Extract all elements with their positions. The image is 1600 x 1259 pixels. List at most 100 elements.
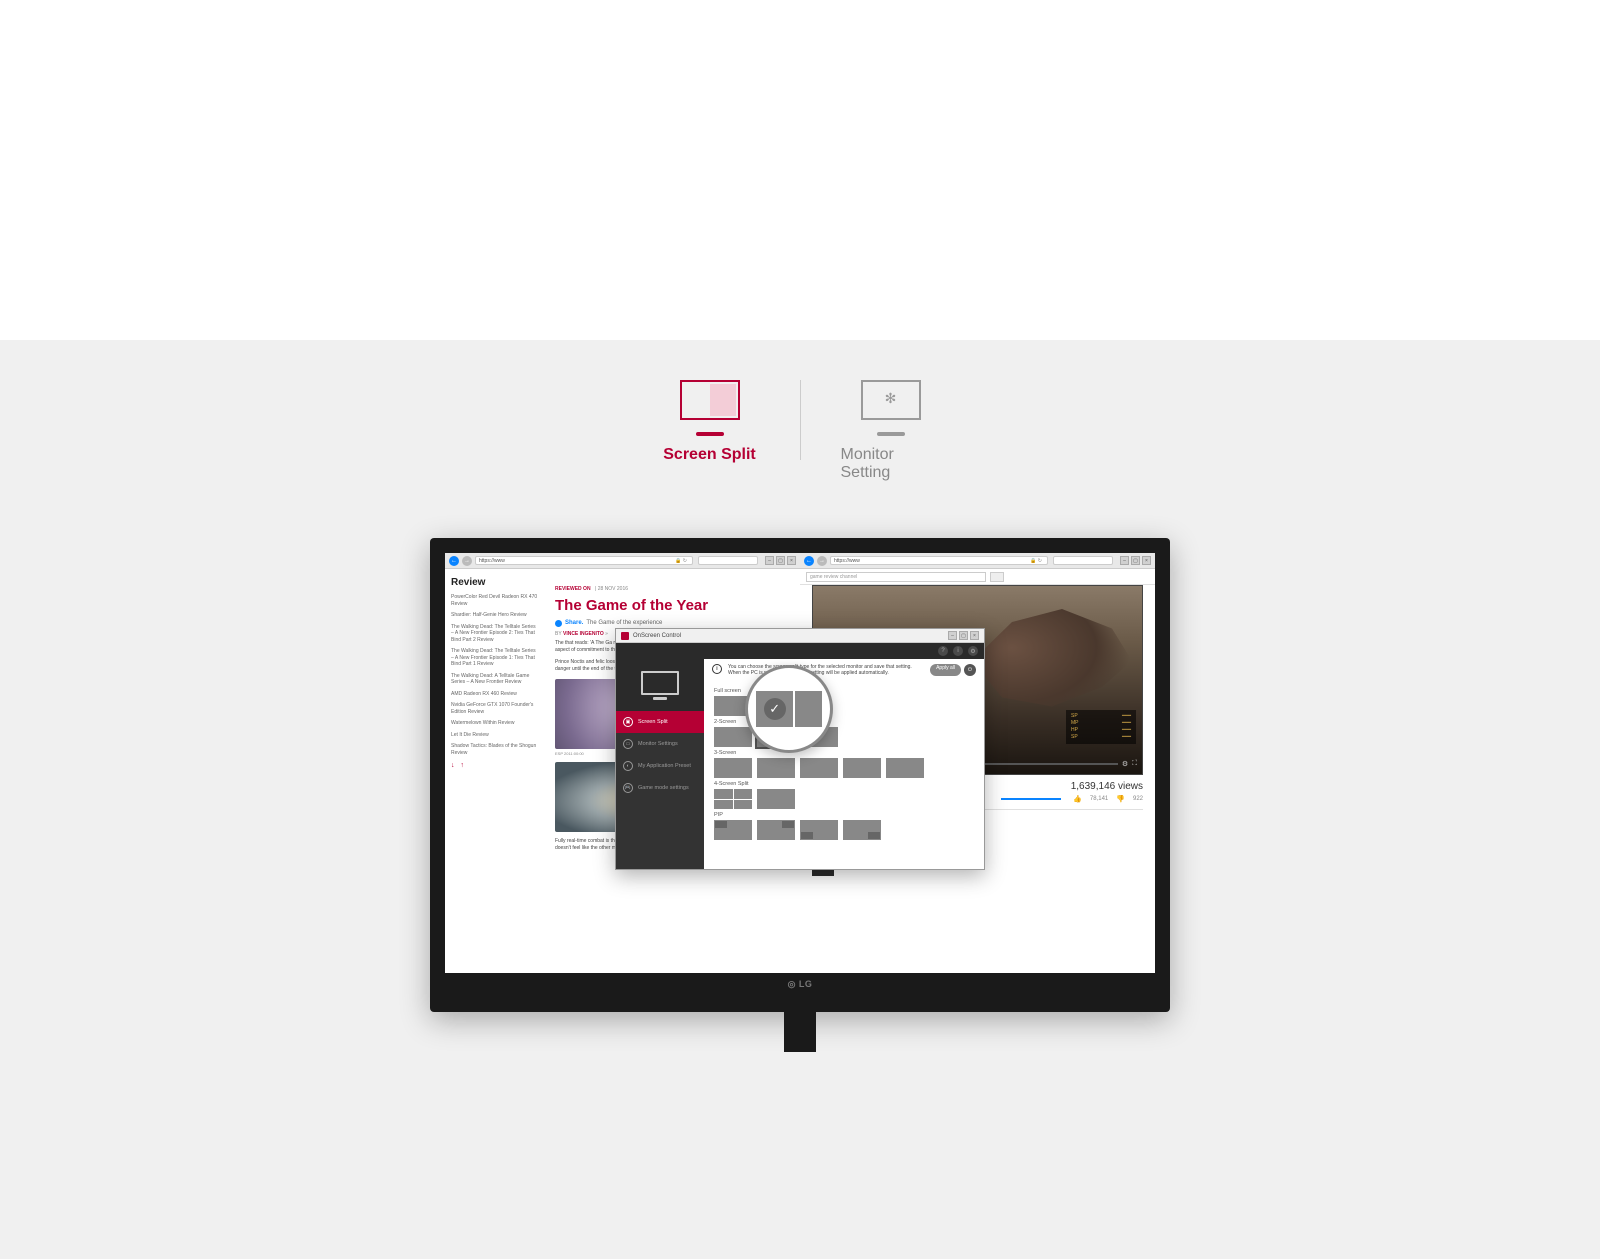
- share-label[interactable]: Share.: [565, 620, 583, 626]
- gear-icon[interactable]: ⚙: [968, 646, 978, 656]
- preset-icon: ◐: [623, 761, 633, 771]
- back-button[interactable]: ←: [804, 556, 814, 566]
- overlay-stat: SP━━━: [1071, 713, 1131, 719]
- sidebar-header: Review: [451, 577, 539, 588]
- help-icon[interactable]: ?: [938, 646, 948, 656]
- osc-nav-app-preset[interactable]: ◐ My Application Preset: [616, 755, 704, 777]
- osc-main-panel: i You can choose the screen split type f…: [704, 659, 984, 869]
- sidebar-link[interactable]: Nvidia GeForce GTX 1070 Founder's Editio…: [451, 702, 539, 715]
- info-icon[interactable]: i: [953, 646, 963, 656]
- layout-3b[interactable]: [757, 758, 795, 778]
- url-text: https://www: [834, 557, 860, 565]
- tab-screen-split[interactable]: Screen Split: [620, 380, 800, 490]
- layout-4b[interactable]: [757, 789, 795, 809]
- overlay-stat: HP━━━: [1071, 727, 1131, 733]
- nav-label: Game mode settings: [638, 785, 689, 791]
- settings-icon[interactable]: ⚙: [1122, 760, 1128, 768]
- layout-3a[interactable]: [714, 758, 752, 778]
- search-box[interactable]: [1053, 556, 1113, 565]
- monitor-brand-logo: ◎ LG: [445, 979, 1155, 990]
- article-title: The Game of the Year: [555, 598, 790, 615]
- layout-4a[interactable]: [714, 789, 752, 809]
- layout-3c[interactable]: [800, 758, 838, 778]
- tab-monitor-setting[interactable]: Monitor Setting: [801, 380, 981, 490]
- layout-pip-tr[interactable]: [757, 820, 795, 840]
- layout-2a[interactable]: [714, 727, 752, 747]
- osc-info-text: You can choose the screen split type for…: [728, 664, 924, 676]
- sidebar-link[interactable]: The Walking Dead: The Telltale Series – …: [451, 624, 539, 644]
- close-button[interactable]: ×: [787, 556, 796, 565]
- like-count: 78,141: [1090, 796, 1108, 802]
- sidebar-link[interactable]: PowerColor Red Devil Radeon RX 470 Revie…: [451, 594, 539, 607]
- address-bar[interactable]: https://www🔒 ↻: [475, 556, 693, 565]
- monitor-screen: ← → https://www🔒 ↻ – ▢ × Review PowerCol…: [445, 553, 1155, 973]
- maximize-button[interactable]: ▢: [1131, 556, 1140, 565]
- section-pip: PIP: [714, 812, 974, 818]
- osc-app-icon: [621, 632, 629, 640]
- magnified-layout: ✓: [756, 691, 822, 727]
- address-bar[interactable]: https://www🔒 ↻: [830, 556, 1048, 565]
- split-icon: ▣: [623, 717, 633, 727]
- sidebar-pagination[interactable]: ↓ ↑: [451, 762, 539, 769]
- layout-3d[interactable]: [843, 758, 881, 778]
- sidebar-link[interactable]: Shadow Tactics: Blades of the Shogun Rev…: [451, 743, 539, 756]
- osc-nav-monitor-settings[interactable]: ▭ Monitor Settings: [616, 733, 704, 755]
- share-icon[interactable]: [555, 620, 562, 627]
- osc-titlebar[interactable]: OnScreen Control – ▢ ×: [616, 629, 984, 643]
- back-button[interactable]: ←: [449, 556, 459, 566]
- layout-pip-bl[interactable]: [800, 820, 838, 840]
- layout-3e[interactable]: [886, 758, 924, 778]
- forward-button[interactable]: →: [817, 556, 827, 566]
- gamepad-icon: 🎮: [623, 783, 633, 793]
- forward-button[interactable]: →: [462, 556, 472, 566]
- thumbs-up-icon[interactable]: 👍: [1073, 795, 1082, 803]
- browser-toolbar: ← → https://www🔒 ↻ – ▢ ×: [445, 553, 800, 569]
- maximize-button[interactable]: ▢: [776, 556, 785, 565]
- magnifier-overlay: ✓: [745, 665, 833, 753]
- overlay-stat: MP━━━: [1071, 720, 1131, 726]
- dislike-count: 922: [1133, 796, 1143, 802]
- apply-all-button[interactable]: Apply all: [930, 664, 961, 676]
- search-box[interactable]: [698, 556, 758, 565]
- layout-pip-br[interactable]: [843, 820, 881, 840]
- monitor-bezel: ← → https://www🔒 ↻ – ▢ × Review PowerCol…: [430, 538, 1170, 1012]
- monitor-setting-icon: [861, 380, 921, 420]
- osc-title-text: OnScreen Control: [633, 633, 681, 639]
- sidebar-link[interactable]: The Walking Dead: The Telltale Series – …: [451, 648, 539, 668]
- close-button[interactable]: ×: [1142, 556, 1151, 565]
- screen-split-icon: [680, 380, 740, 420]
- osc-nav-screen-split[interactable]: ▣ Screen Split: [616, 711, 704, 733]
- thumbs-down-icon[interactable]: 👎: [1116, 795, 1125, 803]
- osc-nav-game-mode[interactable]: 🎮 Game mode settings: [616, 777, 704, 799]
- close-button[interactable]: ×: [970, 631, 979, 640]
- info-icon: i: [712, 664, 722, 674]
- osc-toolbar: ? i ⚙: [616, 643, 984, 659]
- browser-toolbar: ← → https://www🔒 ↻ – ▢ ×: [800, 553, 1155, 569]
- section-4-screen: 4-Screen Split: [714, 781, 974, 787]
- layout-pip-tl[interactable]: [714, 820, 752, 840]
- minimize-button[interactable]: –: [1120, 556, 1129, 565]
- sidebar-link[interactable]: Shardier: Half-Genie Hero Review: [451, 612, 539, 619]
- toggle-button[interactable]: ⏻: [964, 664, 976, 676]
- sidebar-link[interactable]: The Walking Dead: A Telltale Game Series…: [451, 673, 539, 686]
- minimize-button[interactable]: –: [948, 631, 957, 640]
- tab-label: Monitor Setting: [841, 446, 941, 482]
- tab-label: Screen Split: [663, 446, 755, 464]
- monitor-stand: [784, 1012, 816, 1052]
- article-sidebar: Review PowerColor Red Devil Radeon RX 47…: [445, 569, 545, 973]
- player-stats-overlay: SP━━━ MP━━━ HP━━━ SP━━━: [1066, 710, 1136, 744]
- sidebar-link[interactable]: Watermelown Within Review: [451, 720, 539, 727]
- nav-label: My Application Preset: [638, 763, 691, 769]
- checkmark-icon: ✓: [764, 698, 786, 720]
- reviewed-on-label: REVIEWED ON: [555, 586, 591, 592]
- minimize-button[interactable]: –: [765, 556, 774, 565]
- share-subtitle: The Game of the experience: [586, 620, 662, 626]
- video-search-input[interactable]: game review channel: [806, 572, 986, 582]
- monitor-stand-icon: [877, 432, 905, 436]
- sidebar-link[interactable]: Let It Die Review: [451, 732, 539, 739]
- osc-monitor-preview: [616, 659, 704, 711]
- video-search-button[interactable]: [990, 572, 1004, 582]
- sidebar-link[interactable]: AMD Radeon RX 460 Review: [451, 691, 539, 698]
- maximize-button[interactable]: ▢: [959, 631, 968, 640]
- fullscreen-icon[interactable]: ⛶: [1132, 760, 1137, 768]
